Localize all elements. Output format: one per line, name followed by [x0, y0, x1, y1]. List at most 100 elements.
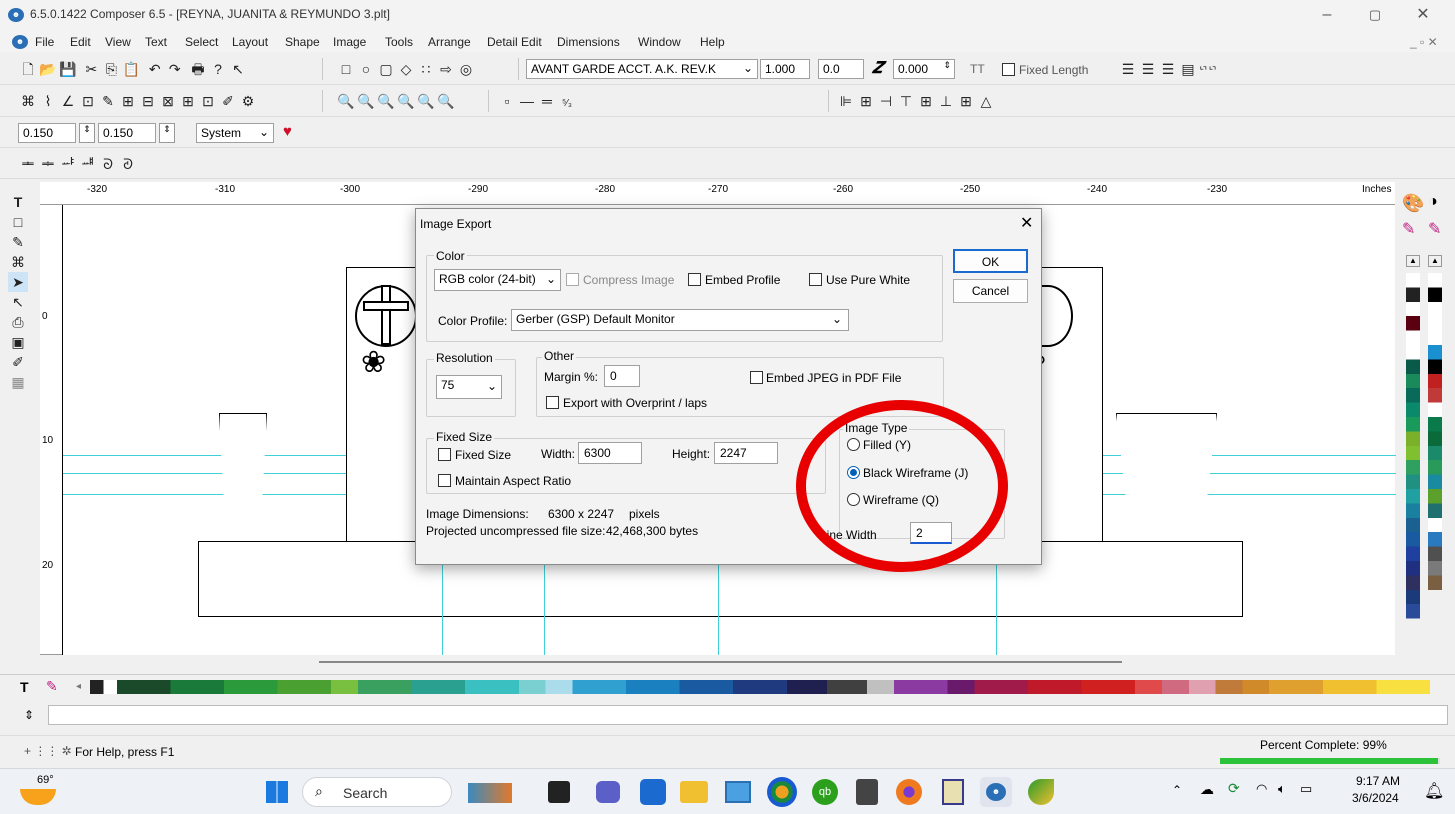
- scroll-left-icon[interactable]: ◂: [76, 681, 81, 692]
- special-tool-1-icon[interactable]: ᆂ: [18, 154, 38, 174]
- clock-time[interactable]: 9:17 AM: [1356, 774, 1400, 788]
- text-tool-icon[interactable]: T: [8, 192, 28, 212]
- file-explorer-icon[interactable]: [680, 781, 708, 803]
- rectangle-icon[interactable]: □: [336, 59, 356, 79]
- align-middle-icon[interactable]: ⊞: [916, 91, 936, 111]
- align-center-icon[interactable]: ☰: [1138, 59, 1158, 79]
- text-color-icon[interactable]: T: [20, 679, 29, 695]
- start-icon[interactable]: [266, 781, 288, 803]
- horizontal-scrollbar[interactable]: [319, 661, 1122, 663]
- vase-left[interactable]: [219, 413, 267, 543]
- menu-view[interactable]: View: [105, 35, 131, 49]
- cut-line-icon[interactable]: ∠: [58, 91, 78, 111]
- print-icon[interactable]: 🖶: [188, 59, 208, 79]
- color-palette-column[interactable]: [1428, 273, 1442, 633]
- color-picker-2-icon[interactable]: ✎: [1428, 219, 1441, 239]
- undo-icon[interactable]: ↶: [145, 59, 165, 79]
- calculator-icon[interactable]: [856, 779, 878, 805]
- menu-dimensions[interactable]: Dimensions: [557, 35, 620, 49]
- gerber-app-icon[interactable]: [1028, 779, 1054, 805]
- pencil-tool-icon[interactable]: ✎: [8, 232, 28, 252]
- menu-tools[interactable]: Tools: [385, 35, 413, 49]
- stroke-width-b-input[interactable]: 0.150: [98, 123, 156, 143]
- circle-icon[interactable]: ○: [356, 59, 376, 79]
- fixed-length-checkbox[interactable]: [1002, 63, 1015, 76]
- onedrive-icon[interactable]: ☁: [1200, 781, 1214, 798]
- align-right-icon[interactable]: ☰: [1158, 59, 1178, 79]
- zoom-fit-icon[interactable]: 🔍: [416, 91, 436, 111]
- font-size-input[interactable]: 1.000: [760, 59, 810, 79]
- maximize-icon[interactable]: ▢: [1355, 4, 1395, 26]
- outline-icon[interactable]: ⊡: [198, 91, 218, 111]
- vase-right[interactable]: [1116, 413, 1217, 543]
- copy-icon[interactable]: ⎘: [101, 59, 121, 79]
- use-pure-white-checkbox[interactable]: [809, 273, 822, 286]
- trim-icon[interactable]: ⊞: [178, 91, 198, 111]
- menu-shape[interactable]: Shape: [285, 35, 320, 49]
- special-tool-4-icon[interactable]: ᆅ: [78, 154, 98, 174]
- margin-input[interactable]: 0: [604, 365, 640, 387]
- menu-arrange[interactable]: Arrange: [428, 35, 471, 49]
- fill-color-icon[interactable]: ✎: [46, 678, 58, 695]
- mdi-controls[interactable]: _ ▫ ✕: [1410, 35, 1438, 49]
- minimize-icon[interactable]: –: [1307, 4, 1347, 26]
- scroll-up-icon[interactable]: ▲: [1406, 255, 1420, 267]
- cut-icon[interactable]: ✂: [81, 59, 101, 79]
- paste-icon[interactable]: 📋: [121, 59, 141, 79]
- width-input[interactable]: 6300: [578, 442, 642, 464]
- shape-edit-icon[interactable]: ⊡: [78, 91, 98, 111]
- task-view-icon[interactable]: [548, 781, 570, 803]
- color-wheel-icon[interactable]: ◑: [1428, 193, 1438, 211]
- kerning-icon[interactable]: ᄓᄓ: [1198, 62, 1218, 82]
- redo-icon[interactable]: ↷: [165, 59, 185, 79]
- fraction-icon[interactable]: ⁵⁄₃: [557, 94, 577, 114]
- cancel-button[interactable]: Cancel: [953, 279, 1028, 303]
- color-swatches[interactable]: [90, 680, 1430, 694]
- document-tool-icon[interactable]: ⎙: [8, 312, 28, 332]
- scroll-up-icon[interactable]: ▲: [1428, 255, 1442, 267]
- heart-icon[interactable]: ♥: [283, 123, 292, 140]
- zoom-out-icon[interactable]: 🔍: [376, 91, 396, 111]
- palette-icon[interactable]: 🎨: [1402, 193, 1424, 214]
- quickbooks-icon[interactable]: qb: [812, 779, 838, 805]
- arrow-shape-icon[interactable]: ⇨: [436, 59, 456, 79]
- align-bottom-icon[interactable]: ⊥: [936, 91, 956, 111]
- special-tool-2-icon[interactable]: ᆃ: [38, 154, 58, 174]
- node-select-tool-icon[interactable]: ↖: [8, 292, 28, 312]
- ok-button[interactable]: OK: [953, 249, 1028, 273]
- color-picker-icon[interactable]: ✎: [1402, 219, 1415, 239]
- break-icon[interactable]: ⊠: [158, 91, 178, 111]
- resolution-select[interactable]: 75 ⌄: [436, 375, 502, 399]
- wifi-icon[interactable]: ◠: [1256, 781, 1267, 797]
- clock-date[interactable]: 3/6/2024: [1352, 791, 1399, 805]
- sync-icon[interactable]: ⟳: [1228, 780, 1240, 797]
- special-tool-6-icon[interactable]: ᘑ: [118, 154, 138, 174]
- remote-desktop-icon[interactable]: [725, 781, 751, 803]
- special-tool-5-icon[interactable]: ᘐ: [98, 154, 118, 174]
- zoom-in-icon[interactable]: 🔍: [336, 91, 356, 111]
- battery-icon[interactable]: ▭: [1300, 781, 1312, 797]
- menu-help[interactable]: Help: [700, 35, 725, 49]
- align-objects-center-icon[interactable]: ⊞: [856, 91, 876, 111]
- close-icon[interactable]: ✕: [1403, 4, 1443, 26]
- pencil-icon[interactable]: ✐: [218, 91, 238, 111]
- save-icon[interactable]: 💾: [58, 59, 78, 79]
- volume-icon[interactable]: 🔈︎: [1278, 781, 1286, 797]
- menu-file[interactable]: File: [35, 35, 54, 49]
- widgets-icon[interactable]: [468, 783, 512, 803]
- menu-detail-edit[interactable]: Detail Edit: [487, 35, 542, 49]
- node-edit-icon[interactable]: ⌘: [18, 91, 38, 111]
- pen-icon[interactable]: ✎: [98, 91, 118, 111]
- compress-image-checkbox[interactable]: [566, 273, 579, 286]
- align-objects-right-icon[interactable]: ⊣: [876, 91, 896, 111]
- angle-input[interactable]: 0.000 ⇕: [893, 59, 955, 79]
- stroke-width-a-input[interactable]: 0.150: [18, 123, 76, 143]
- spacing-input[interactable]: 0.0: [818, 59, 864, 79]
- properties-icon[interactable]: ⚙: [238, 91, 258, 111]
- distribute-icon[interactable]: ⊞: [956, 91, 976, 111]
- search-box[interactable]: ⌕ Search: [302, 777, 452, 807]
- menu-layout[interactable]: Layout: [232, 35, 268, 49]
- spinner-icon[interactable]: ⇕: [943, 60, 951, 71]
- embed-profile-checkbox[interactable]: [688, 273, 701, 286]
- context-help-icon[interactable]: ↖: [228, 59, 248, 79]
